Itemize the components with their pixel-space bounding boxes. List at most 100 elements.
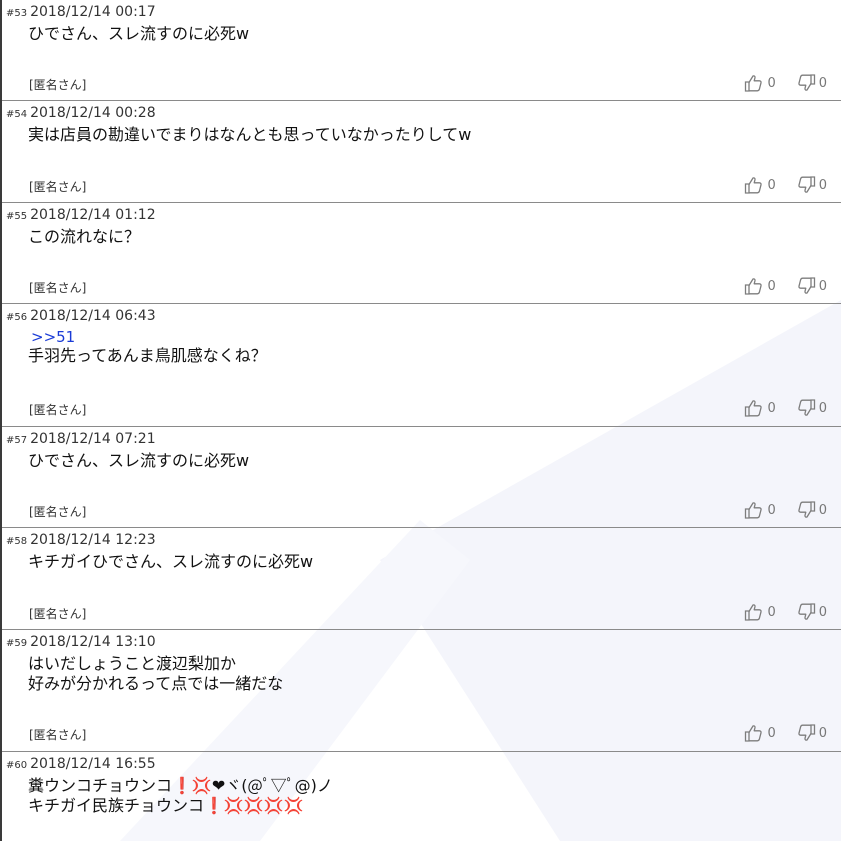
post-item: #58 2018/12/14 12:23 キチガイひでさん、スレ流すのに必死w [匿名… <box>0 528 841 630</box>
like-button[interactable]: 0 <box>744 74 776 92</box>
like-button[interactable]: 0 <box>744 277 776 295</box>
reply-anchor-link[interactable]: >>51 <box>31 328 267 346</box>
thumbs-down-icon <box>796 603 816 621</box>
post-number[interactable]: #53 <box>6 8 27 19</box>
post-body-line: この流れなに？ <box>28 227 141 246</box>
post-body-line: はいだしょうこと渡辺梨加か <box>28 654 237 673</box>
post-number[interactable]: #58 <box>6 536 27 547</box>
dislike-count: 0 <box>818 278 827 294</box>
post-body: ひでさん、スレ流すのに必死w <box>28 24 249 44</box>
post-number[interactable]: #60 <box>6 760 27 771</box>
poster-name: [匿名さん] <box>29 505 87 519</box>
like-count: 0 <box>767 400 776 416</box>
post-body-line: 実は店員の勘違いでまりはなんとも思っていなかったりしてw <box>28 125 472 144</box>
post-item: #57 2018/12/14 07:21 ひでさん、スレ流すのに必死w [匿名さん] 0… <box>0 427 841 528</box>
vote-controls: 00 <box>724 501 827 519</box>
post-date: 2018/12/14 00:17 <box>30 4 156 20</box>
post-date: 2018/12/14 13:10 <box>30 634 156 650</box>
post-body: ひでさん、スレ流すのに必死w <box>28 451 249 471</box>
thumbs-down-icon <box>796 724 816 742</box>
dislike-button[interactable]: 0 <box>796 501 827 519</box>
thumbs-up-icon <box>744 176 764 194</box>
thumbs-down-icon <box>796 399 816 417</box>
post-number[interactable]: #55 <box>6 211 27 222</box>
post-item: #53 2018/12/14 00:17 ひでさん、スレ流すのに必死w [匿名さん] 0… <box>0 0 841 101</box>
poster-name: [匿名さん] <box>29 281 87 295</box>
post-date: 2018/12/14 01:12 <box>30 207 156 223</box>
like-count: 0 <box>767 177 776 193</box>
vote-controls: 00 <box>724 277 827 295</box>
poster-name: [匿名さん] <box>29 728 87 742</box>
dislike-count: 0 <box>818 75 827 91</box>
post-header: #57 2018/12/14 07:21 <box>6 431 156 449</box>
post-number[interactable]: #57 <box>6 435 27 446</box>
post-date: 2018/12/14 07:21 <box>30 431 156 447</box>
thumbs-down-icon <box>796 501 816 519</box>
poster-name: [匿名さん] <box>29 403 87 417</box>
post-number[interactable]: #59 <box>6 638 27 649</box>
post-header: #60 2018/12/14 16:55 <box>6 756 156 774</box>
post-body-line: ひでさん、スレ流すのに必死w <box>28 24 250 43</box>
vote-controls: 00 <box>724 176 827 194</box>
post-body-line: ひでさん、スレ流すのに必死w <box>28 451 250 470</box>
post-header: #55 2018/12/14 01:12 <box>6 207 156 225</box>
dislike-button[interactable]: 0 <box>796 399 827 417</box>
dislike-count: 0 <box>818 177 827 193</box>
post-number[interactable]: #56 <box>6 312 27 323</box>
post-date: 2018/12/14 12:23 <box>30 532 156 548</box>
poster-name: [匿名さん] <box>29 607 87 621</box>
like-count: 0 <box>767 278 776 294</box>
dislike-button[interactable]: 0 <box>796 176 827 194</box>
thumbs-up-icon <box>744 74 764 92</box>
dislike-button[interactable]: 0 <box>796 74 827 92</box>
post-body: この流れなに？ <box>28 227 140 247</box>
thumbs-up-icon <box>744 501 764 519</box>
like-button[interactable]: 0 <box>744 501 776 519</box>
post-item: #59 2018/12/14 13:10 はいだしょうこと渡辺梨加か 好みが分かれるっ… <box>0 630 841 752</box>
thumbs-down-icon <box>796 277 816 295</box>
post-item: #54 2018/12/14 00:28 実は店員の勘違いでまりはなんとも思っていな… <box>0 101 841 203</box>
post-body-line: キチガイ民族チョウンコ❗💢💢💢💢 <box>28 796 304 815</box>
like-count: 0 <box>767 75 776 91</box>
post-number[interactable]: #54 <box>6 109 27 120</box>
post-body-line: 糞ウンコチョウンコ❗💢❤ヾ(@ﾟ▽ﾟ@)ノ <box>28 776 333 795</box>
dislike-button[interactable]: 0 <box>796 724 827 742</box>
like-count: 0 <box>767 725 776 741</box>
dislike-count: 0 <box>818 400 827 416</box>
post-body-line: キチガイひでさん、スレ流すのに必死w <box>28 552 314 571</box>
thumbs-up-icon <box>744 399 764 417</box>
post-item: #60 2018/12/14 16:55 糞ウンコチョウンコ❗💢❤ヾ(@ﾟ▽ﾟ@)ノ… <box>0 752 841 841</box>
post-body: >>51 手羽先ってあんま鳥肌感なくね？ <box>28 328 267 366</box>
like-button[interactable]: 0 <box>744 603 776 621</box>
post-item: #55 2018/12/14 01:12 この流れなに？ [匿名さん] 0 0 <box>0 203 841 304</box>
dislike-count: 0 <box>818 604 827 620</box>
post-list: #53 2018/12/14 00:17 ひでさん、スレ流すのに必死w [匿名さん] 0… <box>0 0 841 841</box>
post-header: #56 2018/12/14 06:43 <box>6 308 156 326</box>
thumbs-down-icon <box>796 176 816 194</box>
poster-name: [匿名さん] <box>29 78 87 92</box>
post-body: キチガイひでさん、スレ流すのに必死w <box>28 552 313 572</box>
dislike-count: 0 <box>818 502 827 518</box>
post-header: #53 2018/12/14 00:17 <box>6 4 156 22</box>
dislike-button[interactable]: 0 <box>796 277 827 295</box>
post-date: 2018/12/14 06:43 <box>30 308 156 324</box>
dislike-button[interactable]: 0 <box>796 603 827 621</box>
poster-name: [匿名さん] <box>29 180 87 194</box>
post-body: 糞ウンコチョウンコ❗💢❤ヾ(@ﾟ▽ﾟ@)ノ キチガイ民族チョウンコ❗💢💢💢💢 <box>28 776 333 816</box>
vote-controls: 00 <box>724 399 827 417</box>
like-button[interactable]: 0 <box>744 724 776 742</box>
post-body-line: 好みが分かれるって点では一緒だな <box>28 674 284 693</box>
like-count: 0 <box>767 604 776 620</box>
like-button[interactable]: 0 <box>744 399 776 417</box>
thumbs-up-icon <box>744 277 764 295</box>
like-button[interactable]: 0 <box>744 176 776 194</box>
thumbs-up-icon <box>744 724 764 742</box>
thread-page: #53 2018/12/14 00:17 ひでさん、スレ流すのに必死w [匿名さん] 0… <box>0 0 841 841</box>
post-body-line: 手羽先ってあんま鳥肌感なくね？ <box>28 346 267 365</box>
post-date: 2018/12/14 16:55 <box>30 756 156 772</box>
post-body: 実は店員の勘違いでまりはなんとも思っていなかったりしてw <box>28 125 471 145</box>
thumbs-up-icon <box>744 603 764 621</box>
thumbs-down-icon <box>796 74 816 92</box>
post-header: #58 2018/12/14 12:23 <box>6 532 156 550</box>
vote-controls: 00 <box>724 603 827 621</box>
